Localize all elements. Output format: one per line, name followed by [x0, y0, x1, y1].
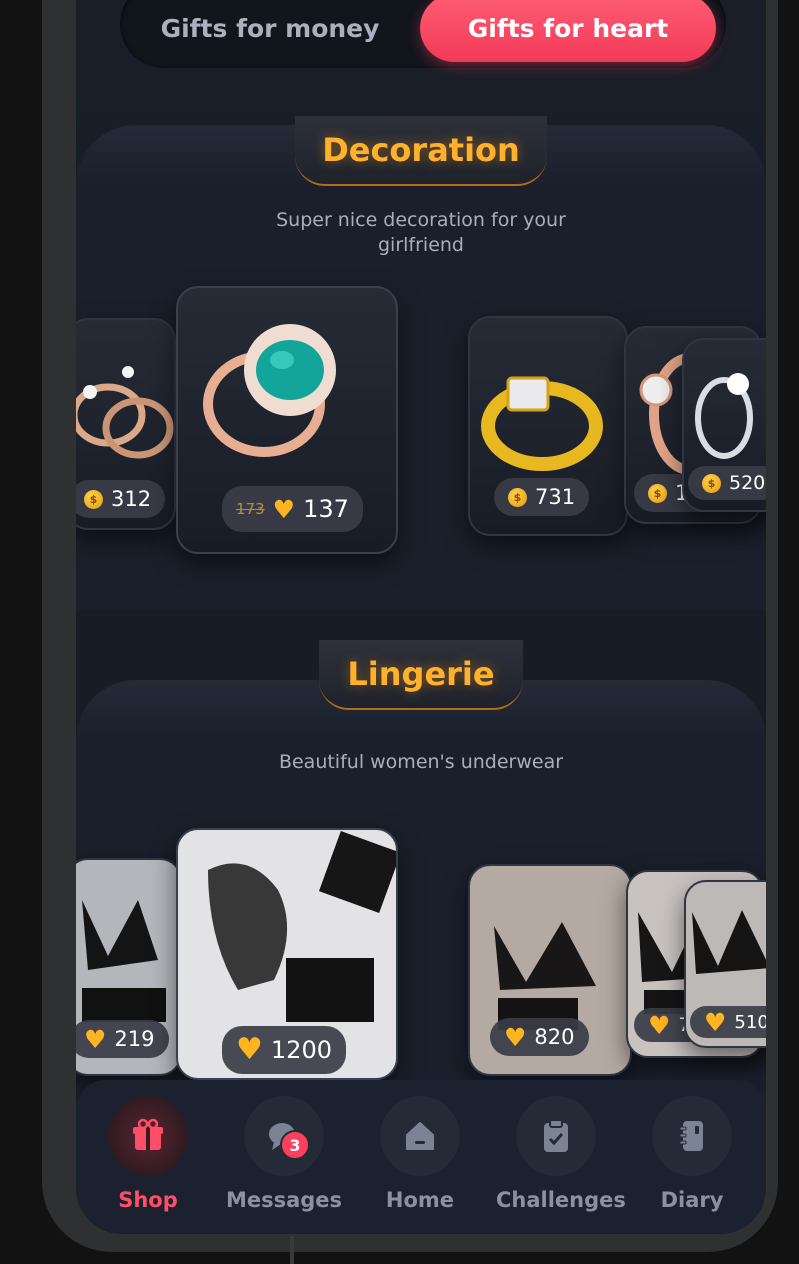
price-pill: $ 731: [494, 478, 590, 516]
product-card-twin-rings[interactable]: $ 312: [76, 318, 176, 530]
product-card-lace-bra[interactable]: ♥ 510: [684, 880, 766, 1048]
price-pill: ♥ 219: [76, 1020, 169, 1058]
nav-diary-button[interactable]: [652, 1096, 732, 1176]
unread-badge: 3: [280, 1130, 310, 1160]
nav-label: Home: [385, 1188, 455, 1212]
app-screen: Gifts for money Gifts for heart Decorati…: [76, 0, 766, 1234]
price-value: 1200: [270, 1036, 332, 1064]
bottom-navigation: Shop 3 Messages Home Challenges Diary: [76, 1080, 766, 1234]
product-card-emerald-ring-featured[interactable]: 173 ♥ 137: [176, 286, 398, 554]
price-value: 219: [114, 1027, 155, 1051]
price-pill: ♥ 1200: [222, 1026, 346, 1074]
heart-icon: ♥: [236, 1032, 263, 1067]
tab-gifts-for-money[interactable]: Gifts for money: [150, 0, 390, 62]
notebook-icon: [679, 1121, 703, 1151]
coin-icon: $: [508, 487, 527, 507]
clipboard-check-icon: [544, 1119, 568, 1152]
old-price: 173: [236, 500, 265, 518]
product-card-black-lace-set[interactable]: ♥ 219: [76, 858, 182, 1076]
price-pill: ♥ 820: [490, 1018, 589, 1056]
section-description-lingerie: Beautiful women's underwear: [278, 751, 564, 773]
gift-icon: [133, 1118, 163, 1150]
section-title-decoration: Decoration: [295, 116, 547, 186]
section-description-decoration: Super nice decoration for your girlfrien…: [276, 209, 566, 256]
nav-label: Diary: [660, 1188, 724, 1212]
price-pill: $ 520: [688, 466, 766, 500]
price-value: 520: [729, 472, 766, 494]
heart-icon: ♥: [272, 494, 296, 524]
nav-challenges[interactable]: Challenges: [496, 1096, 626, 1212]
heart-icon: ♥: [84, 1024, 107, 1054]
nav-home-button[interactable]: [380, 1096, 460, 1176]
nav-shop-button[interactable]: [108, 1096, 188, 1176]
coin-icon: $: [84, 489, 103, 509]
nav-home[interactable]: Home: [360, 1096, 480, 1212]
price-value: 820: [534, 1025, 575, 1049]
product-card-sheer-bra-set[interactable]: ♥ 820: [468, 864, 632, 1076]
coin-icon: $: [702, 473, 721, 493]
nav-challenges-button[interactable]: [516, 1096, 596, 1176]
product-card-gold-band[interactable]: $ 731: [468, 316, 628, 536]
heart-icon: ♥: [504, 1022, 527, 1052]
nav-shop[interactable]: Shop: [88, 1096, 208, 1212]
nav-label: Messages: [225, 1188, 343, 1212]
nav-messages-button[interactable]: 3: [244, 1096, 324, 1176]
price-value: 510: [734, 1011, 766, 1033]
coin-icon: $: [648, 483, 667, 503]
product-card-silver-solitaire[interactable]: $ 520: [682, 338, 766, 512]
nav-label: Challenges: [496, 1188, 626, 1212]
price-value: 731: [535, 485, 576, 509]
gift-type-tabs: Gifts for money Gifts for heart: [120, 0, 726, 68]
product-card-lace-bodysuit-featured[interactable]: ♥ 1200: [176, 828, 398, 1080]
nav-label: Shop: [118, 1188, 178, 1212]
tab-gifts-for-heart[interactable]: Gifts for heart: [420, 0, 716, 62]
price-pill: $ 312: [76, 480, 166, 518]
phone-divider: [290, 1236, 294, 1264]
nav-messages[interactable]: 3 Messages: [224, 1096, 344, 1212]
price-pill: ♥ 510: [690, 1006, 766, 1038]
heart-icon: ♥: [648, 1010, 671, 1040]
home-icon: [406, 1122, 434, 1150]
nav-diary[interactable]: Diary: [632, 1096, 752, 1212]
section-title-lingerie: Lingerie: [319, 640, 523, 710]
price-value: 137: [303, 495, 349, 523]
heart-icon: ♥: [704, 1007, 727, 1037]
price-pill: 173 ♥ 137: [222, 486, 363, 532]
price-value: 312: [111, 487, 152, 511]
